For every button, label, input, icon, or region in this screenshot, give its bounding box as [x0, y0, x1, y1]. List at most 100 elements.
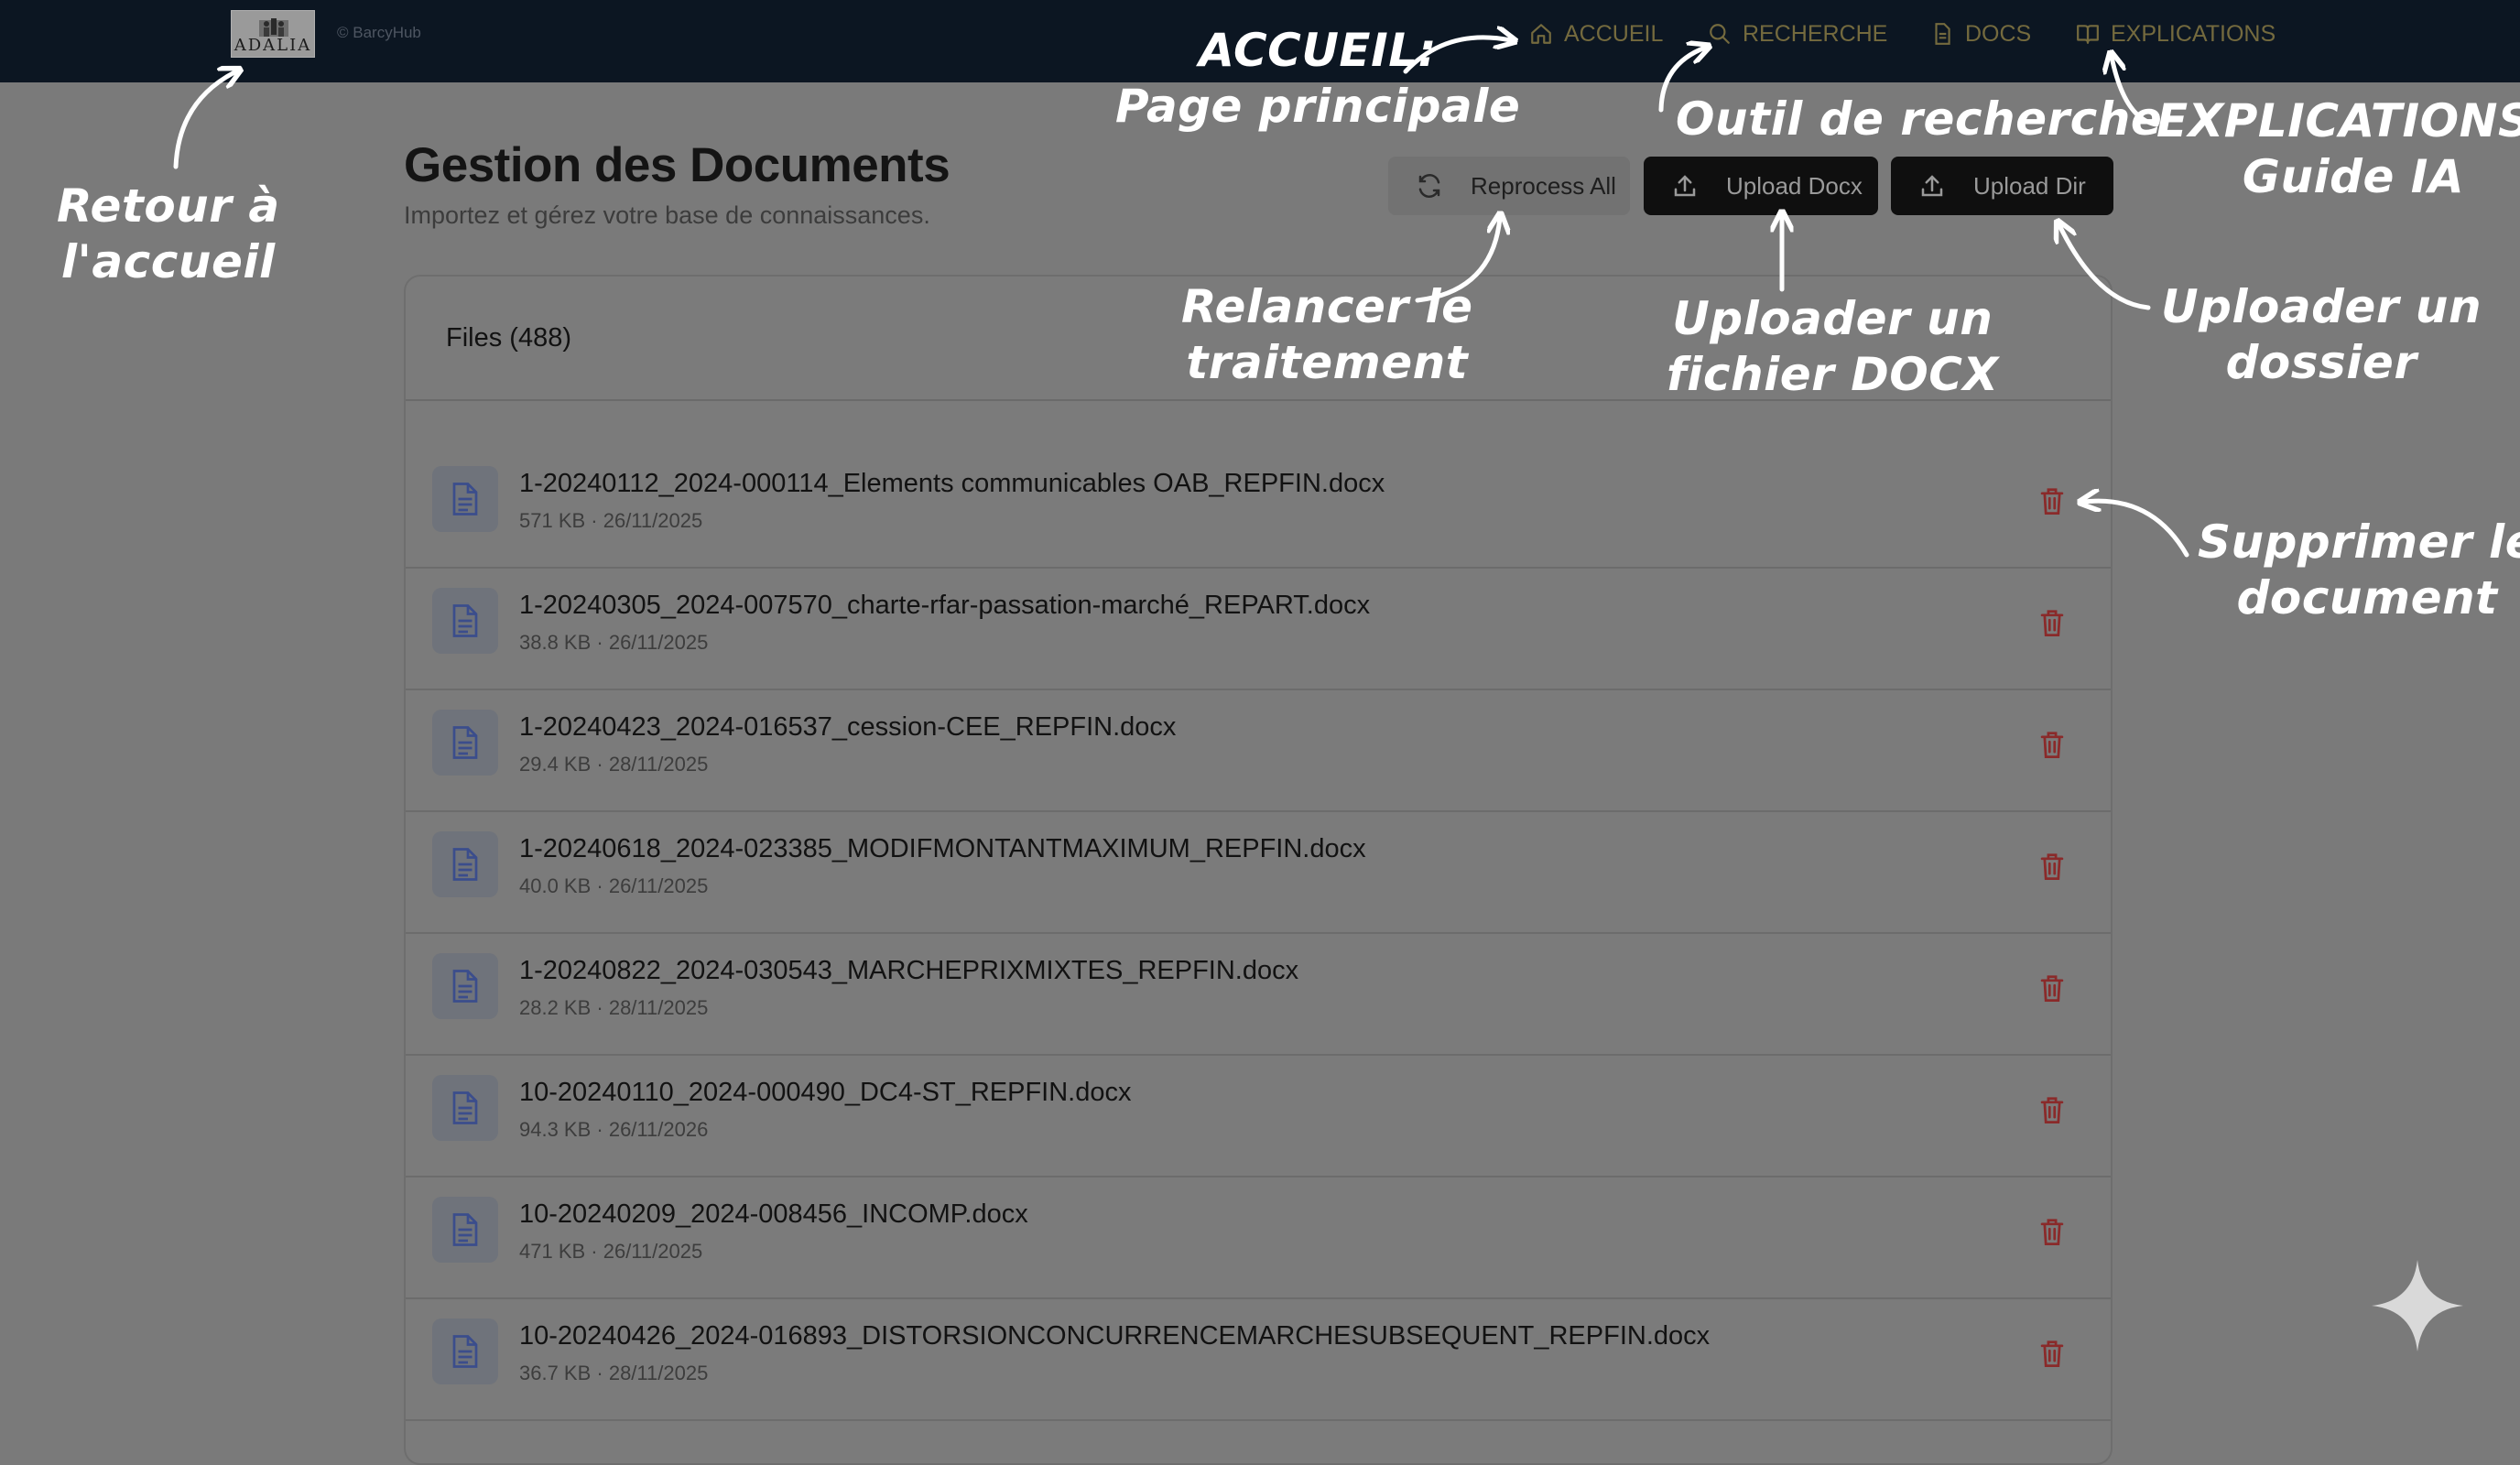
annotation-upload-docx: Uploader un fichier DOCX: [1667, 291, 1999, 403]
reprocess-all-button[interactable]: Reprocess All: [1388, 157, 1630, 215]
file-name: 1-20240112_2024-000114_Elements communic…: [519, 469, 1385, 498]
annotation-line: document: [2236, 571, 2498, 624]
annotation-line: traitement: [1186, 336, 1469, 389]
annotation-line: Outil de recherche: [1676, 92, 2163, 146]
file-type-badge: [432, 831, 498, 897]
search-icon: [1710, 24, 1730, 44]
annotation-line: Supprimer le: [2198, 515, 2520, 569]
upload-icon: [1921, 175, 1943, 197]
nav-docs-label: DOCS: [1965, 20, 2032, 47]
book-icon: [2077, 25, 2099, 44]
file-row[interactable]: 1-20240112_2024-000114_Elements communic…: [406, 447, 2111, 569]
file-row[interactable]: 1-20240618_2024-023385_MODIFMONTANTMAXIM…: [406, 812, 2111, 934]
file-meta: 28.2 KB · 28/11/2025: [519, 996, 709, 1019]
page-title: Gestion des Documents: [404, 138, 950, 192]
file-meta: 471 KB · 26/11/2025: [519, 1240, 703, 1263]
file-name: 10-20240110_2024-000490_DC4-ST_REPFIN.do…: [519, 1078, 1132, 1107]
docx-file-icon: [452, 970, 478, 1003]
file-type-badge: [432, 710, 498, 776]
file-meta: 38.8 KB · 26/11/2025: [519, 631, 709, 654]
file-row[interactable]: 1-20240305_2024-007570_charte-rfar-passa…: [406, 569, 2111, 690]
arrow-home-return: [173, 71, 236, 169]
docx-file-icon: [452, 1335, 478, 1368]
annotation-line: Uploader un: [2161, 280, 2482, 333]
nav-recherche-label: RECHERCHE: [1743, 20, 1888, 47]
annotation-delete: Supprimer le document: [2198, 515, 2520, 626]
document-icon: [1935, 23, 1950, 45]
file-meta: 94.3 KB · 26/11/2026: [519, 1118, 709, 1141]
copyright-text: © BarcyHub: [337, 24, 421, 41]
file-row[interactable]: 10-20240426_2024-016893_DISTORSIONCONCUR…: [406, 1299, 2111, 1421]
annotation-line: dossier: [2225, 336, 2417, 389]
file-name: 10-20240209_2024-008456_INCOMP.docx: [519, 1199, 1028, 1229]
annotation-upload-dir: Uploader un dossier: [2161, 279, 2482, 391]
docx-file-icon: [452, 483, 478, 515]
upload-docx-button[interactable]: Upload Docx: [1644, 157, 1878, 215]
upload-dir-button[interactable]: Upload Dir: [1891, 157, 2113, 215]
file-name: 1-20240618_2024-023385_MODIFMONTANTMAXIM…: [519, 834, 1366, 863]
file-type-badge: [432, 1318, 498, 1384]
nav-explications-label: EXPLICATIONS: [2111, 20, 2276, 47]
home-icon: [1531, 24, 1551, 44]
files-card: Files (488) 1-20240112_2024-000114_Eleme…: [404, 275, 2113, 1465]
file-row[interactable]: 1-20240822_2024-030543_MARCHEPRIXMIXTES_…: [406, 934, 2111, 1056]
file-row[interactable]: 1-20240423_2024-016537_cession-CEE_REPFI…: [406, 690, 2111, 812]
annotation-line: fichier DOCX: [1667, 348, 1999, 401]
file-meta: 36.7 KB · 28/11/2025: [519, 1362, 709, 1384]
docx-file-icon: [452, 1091, 478, 1124]
nav-recherche[interactable]: RECHERCHE: [1708, 20, 1887, 48]
docx-file-icon: [452, 604, 478, 637]
annotation-line: Page principale: [1115, 80, 1521, 133]
annotation-search-tool: Outil de recherche: [1676, 92, 2162, 147]
nav-explications[interactable]: EXPLICATIONS: [2076, 20, 2276, 48]
annotation-line: Retour à: [57, 179, 280, 233]
file-list: 1-20240112_2024-000114_Elements communic…: [406, 447, 2111, 1421]
annotation-reprocess: Relancer le traitement: [1181, 279, 1473, 391]
nav-accueil-label: ACCUEIL: [1564, 20, 1664, 47]
file-meta: 571 KB · 26/11/2025: [519, 509, 703, 532]
docx-file-icon: [452, 726, 478, 759]
delete-trash-icon[interactable]: [2039, 852, 2065, 880]
upload-dir-label: Upload Dir: [1973, 171, 2086, 200]
annotation-line: EXPLICATIONS:: [2156, 94, 2520, 147]
file-name: 1-20240423_2024-016537_cession-CEE_REPFI…: [519, 712, 1177, 742]
file-row[interactable]: 10-20240209_2024-008456_INCOMP.docx 471 …: [406, 1177, 2111, 1299]
file-meta: 29.4 KB · 28/11/2025: [519, 753, 709, 776]
annotation-home-return: Retour à l'accueil: [57, 179, 280, 290]
reprocess-all-label: Reprocess All: [1471, 171, 1616, 200]
file-type-badge: [432, 466, 498, 532]
delete-trash-icon[interactable]: [2039, 1218, 2065, 1245]
annotation-explications: EXPLICATIONS: Guide IA: [2156, 93, 2520, 205]
annotation-line: ACCUEIL:: [1199, 24, 1438, 77]
delete-trash-icon[interactable]: [2039, 487, 2065, 515]
page-subtitle: Importez et gérez votre base de connaiss…: [404, 201, 930, 229]
delete-trash-icon[interactable]: [2039, 1096, 2065, 1123]
delete-trash-icon[interactable]: [2039, 974, 2065, 1002]
annotation-line: Guide IA: [2242, 150, 2465, 203]
file-row[interactable]: 10-20240110_2024-000490_DC4-ST_REPFIN.do…: [406, 1056, 2111, 1177]
nav-accueil[interactable]: ACCUEIL: [1529, 20, 1663, 48]
logo-text: ADALIA: [234, 36, 312, 55]
delete-trash-icon[interactable]: [2039, 609, 2065, 636]
nav-docs[interactable]: DOCS: [1930, 20, 2031, 48]
upload-docx-label: Upload Docx: [1726, 171, 1863, 200]
file-type-badge: [432, 588, 498, 654]
file-type-badge: [432, 953, 498, 1019]
annotation-accueil: ACCUEIL: Page principale: [1115, 23, 1520, 135]
home-logo[interactable]: ADALIA: [231, 10, 315, 58]
delete-trash-icon[interactable]: [2039, 1340, 2065, 1367]
file-name: 1-20240822_2024-030543_MARCHEPRIXMIXTES_…: [519, 956, 1299, 985]
sparkle-icon: [2372, 1260, 2463, 1351]
delete-trash-icon[interactable]: [2039, 731, 2065, 758]
docx-file-icon: [452, 1213, 478, 1246]
annotation-line: Relancer le: [1181, 280, 1473, 333]
docx-file-icon: [452, 848, 478, 881]
file-name: 10-20240426_2024-016893_DISTORSIONCONCUR…: [519, 1321, 1711, 1351]
file-type-badge: [432, 1075, 498, 1141]
file-name: 1-20240305_2024-007570_charte-rfar-passa…: [519, 591, 1371, 620]
annotation-line: l'accueil: [60, 235, 276, 288]
annotation-line: Uploader un: [1672, 292, 1993, 345]
file-meta: 40.0 KB · 26/11/2025: [519, 874, 709, 897]
upload-icon: [1674, 175, 1696, 197]
refresh-icon: [1418, 174, 1440, 198]
